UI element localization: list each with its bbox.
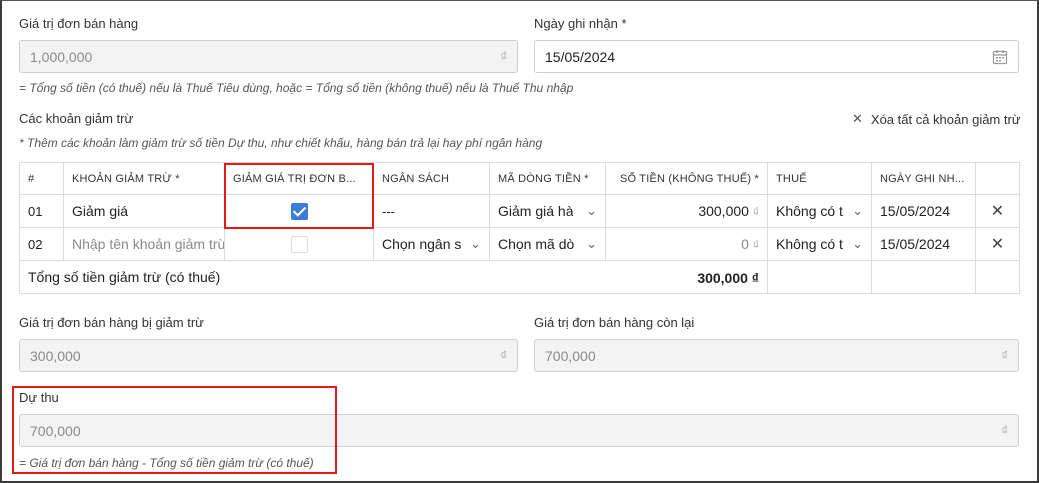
col-header-budget: Ngân sách [373,162,490,195]
currency-icon: ₫ [500,49,507,64]
total-blank [767,260,872,294]
currency-icon: ₫ [1001,423,1008,438]
budget-text: Chọn ngân s [382,236,462,252]
col-header-tax: Thuế [767,162,872,195]
order-value-hint: = Tổng số tiền (có thuế) nếu là Thuế Tiê… [19,81,574,95]
reduce-order-checkbox[interactable] [290,235,308,253]
col-header-amount: Số tiền (không thuế) * [605,162,768,195]
total-label: Tổng số tiền giảm trừ (có thuế) [28,269,221,285]
col-header-index: # [19,162,64,195]
chevron-down-icon: ⌄ [586,203,597,218]
reduce-order-cell [224,227,374,261]
close-icon: ✕ [990,236,1005,253]
tax-text: Không có t [776,236,843,252]
deductions-hint: * Thêm các khoản làm giảm trừ số tiền Dự… [19,136,543,150]
table-header-row: # Khoản giảm trừ * Giảm giá trị đơn b...… [19,162,1020,195]
deduction-name-input[interactable]: Nhập tên khoản giảm trừ [63,227,225,261]
reduced-value-field: 300,000 ₫ [19,339,518,372]
cashflow-select[interactable]: Giảm giá hà ⌄ [489,194,606,228]
amount-input[interactable]: 0 ₫ [605,227,768,261]
table-row: 02 Nhập tên khoản giảm trừ Chọn ngân s ⌄ … [19,227,1020,261]
deductions-table: # Khoản giảm trừ * Giảm giá trị đơn b...… [19,162,1020,294]
delete-row-button[interactable]: ✕ [975,227,1020,261]
row-index: 01 [19,194,64,228]
amount-text: 300,000 [698,203,749,219]
remaining-value-field: 700,000 ₫ [534,339,1019,372]
calendar-icon[interactable] [992,49,1008,65]
order-value-text: 1,000,000 [30,48,93,65]
date-input[interactable]: 15/05/2024 [871,194,976,228]
record-date-text: 15/05/2024 [545,48,616,65]
col-header-deduction: Khoản giảm trừ * [63,162,225,195]
currency-icon: ₫ [500,348,507,363]
highlight-box-column [224,163,374,229]
reduced-value-label: Giá trị đơn bán hàng bị giảm trừ [19,315,204,330]
total-blank [975,260,1020,294]
row-index: 02 [19,227,64,261]
cashflow-text: Chọn mã dò [498,236,575,252]
highlight-box-revenue [12,386,337,474]
cashflow-text: Giảm giá hà [498,203,574,219]
chevron-down-icon: ⌄ [470,236,481,251]
close-icon: ✕ [990,203,1005,220]
remaining-value-text: 700,000 [545,347,596,364]
date-input[interactable]: 15/05/2024 [871,227,976,261]
col-header-cashflow: Mã dòng tiền * [489,162,606,195]
total-row-cell: Tổng số tiền giảm trừ (có thuế) 300,000 … [19,260,768,294]
record-date-label: Ngày ghi nhận * [534,16,627,31]
currency-icon: ₫ [752,238,759,252]
tax-select[interactable]: Không có t ⌄ [767,194,872,228]
record-date-field[interactable]: 15/05/2024 [534,40,1019,73]
remaining-value-label: Giá trị đơn bán hàng còn lại [534,315,695,330]
tax-text: Không có t [776,203,843,219]
budget-select[interactable]: Chọn ngân s ⌄ [373,227,490,261]
total-blank [871,260,976,294]
currency-icon: ₫ [752,205,759,219]
currency-icon: ₫ [1001,348,1008,363]
total-row: Tổng số tiền giảm trừ (có thuế) 300,000 … [19,260,1020,294]
deductions-title: Các khoản giảm trừ [19,111,134,126]
order-value-label: Giá trị đơn bán hàng [19,16,139,31]
deduction-name-input[interactable]: Giảm giá [63,194,225,228]
chevron-down-icon: ⌄ [852,236,863,251]
amount-input[interactable]: 300,000 ₫ [605,194,768,228]
col-header-actions [975,162,1020,195]
reduced-value-text: 300,000 [30,347,81,364]
chevron-down-icon: ⌄ [852,203,863,218]
delete-row-button[interactable]: ✕ [975,194,1020,228]
clear-all-deductions-button[interactable]: ✕ Xóa tất cả khoản giảm trừ [852,111,1021,127]
chevron-down-icon: ⌄ [586,236,597,251]
total-value: 300,000 ₫ [697,270,759,286]
clear-all-label: Xóa tất cả khoản giảm trừ [870,111,1021,127]
tax-select[interactable]: Không có t ⌄ [767,227,872,261]
budget-value: --- [373,194,490,228]
col-header-date: Ngày ghi nh... [871,162,976,195]
close-icon: ✕ [852,111,863,126]
table-row: 01 Giảm giá --- Giảm giá hà ⌄ 300,000 ₫ K… [19,194,1020,228]
amount-text: 0 [741,236,749,252]
order-value-field: 1,000,000 ₫ [19,40,518,73]
cashflow-select[interactable]: Chọn mã dò ⌄ [489,227,606,261]
